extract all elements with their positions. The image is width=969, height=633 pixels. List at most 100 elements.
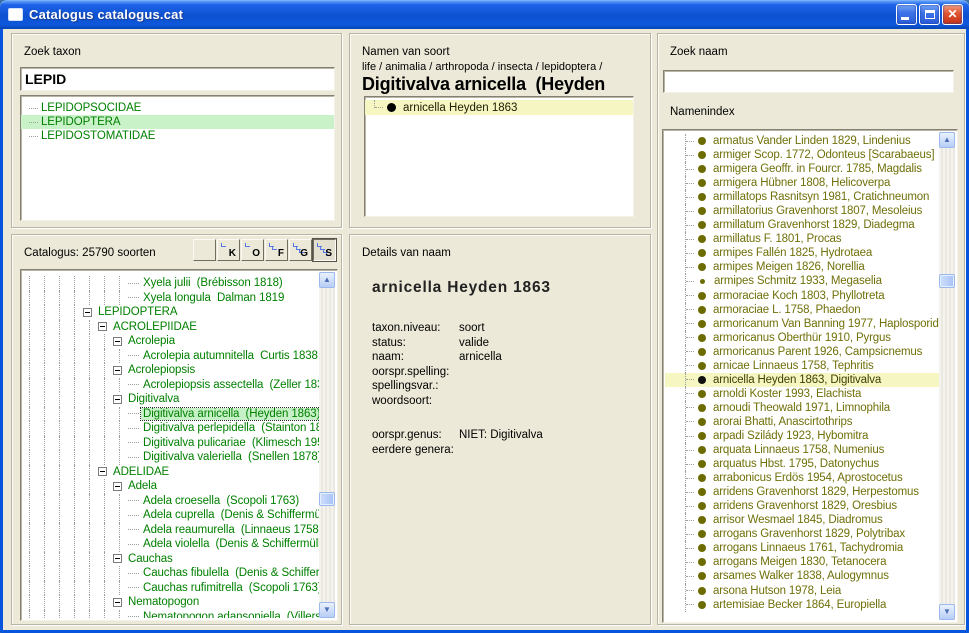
tree-row[interactable]: Acrolepia autumnitella Curtis 1838 [23,349,319,364]
collapse-icon[interactable] [113,482,122,491]
tree-row[interactable]: Cauchas fibulella (Denis & Schiffermü [23,566,319,581]
tree-row[interactable]: Digitivalva arnicella (Heyden 1863) [23,407,319,422]
namenindex-item[interactable]: armoricanus Oberthür 1910, Pyrgus [665,331,939,345]
tree-row[interactable]: Nematopogon [23,595,319,610]
collapse-icon[interactable] [83,308,92,317]
namenindex-item[interactable]: artemisiae Becker 1864, Europiella [665,598,939,612]
namenindex-item[interactable]: armoraciae L. 1758, Phaedon [665,303,939,317]
namenindex-item[interactable]: arrogans Linnaeus 1761, Tachydromia [665,541,939,555]
namenindex-item[interactable]: arquata Linnaeus 1758, Numenius [665,443,939,457]
scroll-thumb[interactable] [939,274,955,288]
tree-level-button[interactable]: G [289,239,312,261]
tree-level-button[interactable]: O [241,239,264,261]
tree-level-button[interactable]: K [217,239,240,261]
tree-level-button[interactable]: S [313,239,336,261]
tree-row[interactable]: Cauchas [23,552,319,567]
tree-guides [23,595,113,610]
collapse-icon[interactable] [113,395,122,404]
namenindex-item[interactable]: arorai Bhatti, Anascirtothrips [665,415,939,429]
namenindex-item[interactable]: armatus Vander Linden 1829, Lindenius [665,134,939,148]
namenindex-item[interactable]: armipes Meigen 1826, Norellia [665,260,939,274]
zoek-taxon-input[interactable] [20,67,335,91]
tree-row[interactable]: LEPIDOPTERA [23,305,319,320]
namenindex-item-label: armoraciae L. 1758, Phaedon [713,304,860,316]
tree-row[interactable]: Adela cuprella (Denis & Schiffermülle [23,508,319,523]
tree-guides [23,436,128,451]
catalogus-scrollbar[interactable]: ▲ ▼ [319,272,335,618]
namenindex-item[interactable]: arrisor Wesmael 1845, Diadromus [665,513,939,527]
namenindex-item[interactable]: armillatorius Gravenhorst 1807, Mesoleiu… [665,204,939,218]
tree-row[interactable]: Xyela longula Dalman 1819 [23,291,319,306]
namenindex-item[interactable]: armipes Fallén 1825, Hydrotaea [665,246,939,260]
namenindex-item[interactable]: arsona Hutson 1978, Leia [665,584,939,598]
namenindex-item[interactable]: arpadi Szilády 1923, Hybomitra [665,429,939,443]
namenindex-item[interactable]: arnicella Heyden 1863, Digitivalva [665,373,939,387]
namenindex-item[interactable]: arridens Gravenhorst 1829, Oresbius [665,499,939,513]
tree-row[interactable]: Nematopogon adansoniella (Villers 1 [23,610,319,619]
titlebar[interactable]: Catalogus catalogus.cat ✕ [0,0,969,29]
tree-row[interactable]: Digitivalva valeriella (Snellen 1878) [23,450,319,465]
namenindex-item[interactable]: armillatops Rasnitsyn 1981, Cratichneumo… [665,190,939,204]
collapse-icon[interactable] [113,366,122,375]
tree-row[interactable]: ACROLEPIIDAE [23,320,319,335]
tree-level-button[interactable] [193,239,216,261]
zoek-naam-input[interactable] [663,70,954,93]
catalogus-tree: Xyela julii (Brébisson 1818) Xyela longu… [20,269,338,621]
taxon-list-item[interactable]: LEPIDOPTERA [21,115,334,129]
namenindex-item-label: armillatorius Gravenhorst 1807, Mesoleiu… [713,205,922,217]
naam-list-item[interactable]: arnicella Heyden 1863 [365,100,633,115]
tree-row[interactable]: Digitivalva pulicariae (Klimesch 1956 [23,436,319,451]
tree-row[interactable]: Acrolepia [23,334,319,349]
namenindex-item[interactable]: arrogans Gravenhorst 1829, Polytribax [665,527,939,541]
tree-tick [686,169,694,170]
namenindex-item[interactable]: armipes Schmitz 1933, Megaselia [665,274,939,288]
collapse-icon[interactable] [113,337,122,346]
collapse-icon[interactable] [113,598,122,607]
tree-row[interactable]: Acrolepiopsis assectella (Zeller 1839 [23,378,319,393]
namenindex-item[interactable]: arrogans Meigen 1830, Tetanocera [665,555,939,569]
namenindex-scrollbar[interactable]: ▲ ▼ [939,132,955,620]
scroll-up-icon[interactable]: ▲ [319,272,335,288]
scroll-down-icon[interactable]: ▼ [319,602,335,618]
scroll-up-icon[interactable]: ▲ [939,132,955,148]
collapse-icon[interactable] [98,322,107,331]
taxon-list-item[interactable]: LEPIDOSTOMATIDAE [21,129,334,143]
scroll-down-icon[interactable]: ▼ [939,604,955,620]
namenindex-item[interactable]: armiger Scop. 1772, Odonteus [Scarabaeus… [665,148,939,162]
namenindex-item[interactable]: armoraciae Koch 1803, Phyllotreta [665,289,939,303]
namenindex-item[interactable]: arsames Walker 1838, Aulogymnus [665,569,939,583]
namenindex-item[interactable]: arquatus Hbst. 1795, Datonychus [665,457,939,471]
namenindex-item-label: armipes Fallén 1825, Hydrotaea [713,247,872,259]
tree-row[interactable]: Acrolepiopsis [23,363,319,378]
maximize-button[interactable] [919,4,940,25]
tree-level-button[interactable]: F [265,239,288,261]
namenindex-item[interactable]: armillatus F. 1801, Procas [665,232,939,246]
scroll-thumb[interactable] [319,492,335,506]
minimize-button[interactable] [896,4,917,25]
namenindex-item[interactable]: arrabonicus Erdös 1954, Aprostocetus [665,471,939,485]
tree-row[interactable]: Digitivalva [23,392,319,407]
tree-row[interactable]: ADELIDAE [23,465,319,480]
tree-row[interactable]: Digitivalva perlepidella (Stainton 184 [23,421,319,436]
namenindex-item[interactable]: armigera Hübner 1808, Helicoverpa [665,176,939,190]
tree-row[interactable]: Adela reaumurella (Linnaeus 1758) [23,523,319,538]
taxon-list-item[interactable]: LEPIDOPSOCIDAE [21,101,334,115]
namenindex-item[interactable]: armoricanum Van Banning 1977, Haplospori… [665,317,939,331]
tree-row[interactable]: Adela [23,479,319,494]
collapse-icon[interactable] [113,554,122,563]
namenindex-item[interactable]: armoricanus Parent 1926, Campsicnemus [665,345,939,359]
maximize-icon [925,10,935,19]
namenindex-item[interactable]: armillatum Gravenhorst 1829, Diadegma [665,218,939,232]
collapse-icon[interactable] [98,467,107,476]
close-button[interactable]: ✕ [942,4,963,25]
tree-row[interactable]: Cauchas rufimitrella (Scopoli 1763) [23,581,319,596]
namenindex-item[interactable]: arnicae Linnaeus 1758, Tephritis [665,359,939,373]
tree-row[interactable]: Xyela julii (Brébisson 1818) [23,276,319,291]
namenindex-item[interactable]: arnoldi Koster 1993, Elachista [665,387,939,401]
namenindex-item[interactable]: arnoudi Theowald 1971, Limnophila [665,401,939,415]
namenindex-item[interactable]: arridens Gravenhorst 1829, Herpestomus [665,485,939,499]
tree-row[interactable]: Adela violella (Denis & Schiffermüller [23,537,319,552]
tree-row[interactable]: Adela croesella (Scopoli 1763) [23,494,319,509]
bullet-icon [698,151,706,159]
namenindex-item[interactable]: armigera Geoffr. in Fourcr. 1785, Magdal… [665,162,939,176]
